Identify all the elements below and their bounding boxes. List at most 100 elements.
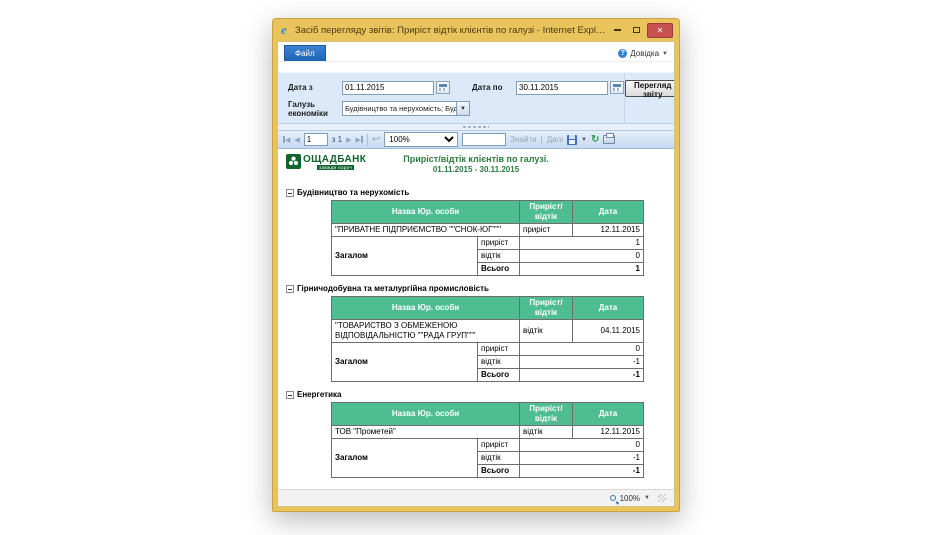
- section-toggle[interactable]: Гірничодобувна та металургійна промислов…: [286, 284, 668, 293]
- loss-label: відтік: [478, 250, 520, 263]
- refresh-icon[interactable]: ↻: [591, 135, 599, 145]
- gain-value: 0: [520, 439, 644, 452]
- section-title: Будівництво та нерухомість: [297, 188, 409, 197]
- titlebar[interactable]: e Засіб перегляду звітів: Приріст відтік…: [277, 19, 675, 41]
- view-report-button[interactable]: Перегляд звіту: [625, 80, 675, 97]
- client-date: 04.11.2015: [573, 320, 644, 343]
- minimize-icon: [614, 29, 621, 31]
- last-page-button[interactable]: ▶: [356, 136, 363, 144]
- loss-value: -1: [520, 356, 644, 369]
- column-header-date: Дата: [573, 297, 644, 320]
- collapse-icon[interactable]: [286, 285, 294, 293]
- client-change-type: відтік: [520, 320, 573, 343]
- client-date: 12.11.2015: [573, 224, 644, 237]
- total-group-label: Загалом: [332, 237, 478, 276]
- magnifier-icon: [610, 495, 616, 501]
- total-value: -1: [520, 465, 644, 478]
- chevron-down-icon: ▼: [662, 51, 668, 57]
- status-zoom-level: 100%: [620, 494, 640, 503]
- gain-label: приріст: [478, 343, 520, 356]
- loss-label: відтік: [478, 356, 520, 369]
- industry-dropdown[interactable]: Будівництво та нерухомість; Будівн ▼: [342, 101, 470, 116]
- maximize-icon: [633, 27, 640, 33]
- section-title: Гірничодобувна та металургійна промислов…: [297, 284, 489, 293]
- column-header-type: Приріст/відтік: [520, 403, 573, 426]
- section-table: Назва Юр. особи Приріст/відтік Дата "ТОВ…: [331, 296, 644, 382]
- total-gain-row: Загалом приріст 0: [332, 343, 644, 356]
- previous-page-button[interactable]: ◀: [294, 136, 299, 144]
- column-header-date: Дата: [573, 403, 644, 426]
- column-header-type: Приріст/відтік: [520, 297, 573, 320]
- minimize-button[interactable]: [609, 24, 626, 37]
- find-text-input[interactable]: [462, 133, 506, 146]
- export-icon[interactable]: [567, 135, 577, 145]
- panel-splitter[interactable]: [278, 124, 674, 130]
- back-to-parent-icon[interactable]: ↩: [372, 134, 380, 145]
- report-canvas: ОЩАДБАНК завжди поруч Приріст/відтік клі…: [278, 149, 674, 489]
- toolbar-separator: [367, 134, 368, 146]
- bank-logo: ОЩАДБАНК завжди поруч: [286, 154, 366, 170]
- loss-label: відтік: [478, 452, 520, 465]
- date-to-label: Дата по: [472, 83, 516, 92]
- next-page-button[interactable]: ▶: [346, 136, 351, 144]
- page-number-input[interactable]: [304, 133, 328, 146]
- find-next-separator: |: [541, 135, 543, 144]
- section-title: Енергетика: [297, 390, 341, 399]
- bank-tagline: завжди поруч: [317, 165, 354, 170]
- client-date: 12.11.2015: [573, 426, 644, 439]
- total-group-label: Загалом: [332, 439, 478, 478]
- internet-explorer-icon: e: [281, 23, 295, 37]
- column-header-name: Назва Юр. особи: [332, 297, 520, 320]
- zoom-dropdown-icon[interactable]: ▼: [644, 495, 650, 501]
- gain-label: приріст: [478, 439, 520, 452]
- gain-value: 1: [520, 237, 644, 250]
- print-icon[interactable]: [603, 135, 615, 144]
- total-label: Всього: [478, 465, 520, 478]
- section-table: Назва Юр. особи Приріст/відтік Дата ТОВ …: [331, 402, 644, 478]
- report-toolbar: ◀ ◀ з 1 ▶ ▶ ↩ 100% Знайти | Далі ▼ ↻: [278, 130, 674, 149]
- total-gain-row: Загалом приріст 0: [332, 439, 644, 452]
- date-from-input[interactable]: [342, 81, 434, 95]
- client-name: "ТОВАРИСТВО З ОБМЕЖЕНОЮ ВІДПОВІДАЛЬНІСТЮ…: [332, 320, 520, 343]
- first-page-button[interactable]: ◀: [283, 136, 290, 144]
- export-dropdown-icon[interactable]: ▼: [581, 137, 587, 143]
- table-header-row: Назва Юр. особи Приріст/відтік Дата: [332, 297, 644, 320]
- total-label: Всього: [478, 369, 520, 382]
- collapse-icon[interactable]: [286, 189, 294, 197]
- find-link[interactable]: Знайти: [510, 135, 536, 144]
- menu-spacer: [278, 62, 674, 72]
- chevron-down-icon[interactable]: ▼: [456, 101, 470, 116]
- column-header-date: Дата: [573, 201, 644, 224]
- report-section: Будівництво та нерухомість Назва Юр. осо…: [284, 188, 668, 276]
- maximize-button[interactable]: [628, 24, 645, 37]
- industry-label: Галузь економіки: [288, 100, 342, 118]
- close-button[interactable]: ✕: [647, 23, 673, 38]
- loss-value: 0: [520, 250, 644, 263]
- report-parameters-panel: Дата з Дата по Галузь економіки Будівниц…: [278, 72, 674, 124]
- date-from-calendar-icon[interactable]: [436, 81, 450, 94]
- column-header-name: Назва Юр. особи: [332, 201, 520, 224]
- gain-label: приріст: [478, 237, 520, 250]
- ie-window: e Засіб перегляду звітів: Приріст відтік…: [272, 18, 680, 512]
- zoom-select[interactable]: 100%: [384, 132, 458, 147]
- menu-help[interactable]: ? Довідка ▼: [618, 49, 668, 58]
- menu-help-label: Довідка: [630, 49, 659, 58]
- report-section: Енергетика Назва Юр. особи Приріст/відті…: [284, 390, 668, 478]
- client-row: "ПРИВАТНЕ ПІДПРИЄМСТВО ""СНОК-ЮГ""" прир…: [332, 224, 644, 237]
- client-name: "ПРИВАТНЕ ПІДПРИЄМСТВО ""СНОК-ЮГ""": [332, 224, 520, 237]
- menu-file[interactable]: Файл: [284, 45, 326, 61]
- status-bar: 100% ▼: [278, 489, 674, 506]
- date-to-input[interactable]: [516, 81, 608, 95]
- client-name: ТОВ "Прометей": [332, 426, 520, 439]
- section-toggle[interactable]: Енергетика: [286, 390, 668, 399]
- total-label: Всього: [478, 263, 520, 276]
- date-to-calendar-icon[interactable]: [610, 81, 624, 94]
- find-next-link[interactable]: Далі: [547, 135, 563, 144]
- section-toggle[interactable]: Будівництво та нерухомість: [286, 188, 668, 197]
- collapse-icon[interactable]: [286, 391, 294, 399]
- gain-value: 0: [520, 343, 644, 356]
- resize-grip[interactable]: [658, 494, 666, 502]
- report-section: Гірничодобувна та металургійна промислов…: [284, 284, 668, 382]
- total-group-label: Загалом: [332, 343, 478, 382]
- table-header-row: Назва Юр. особи Приріст/відтік Дата: [332, 403, 644, 426]
